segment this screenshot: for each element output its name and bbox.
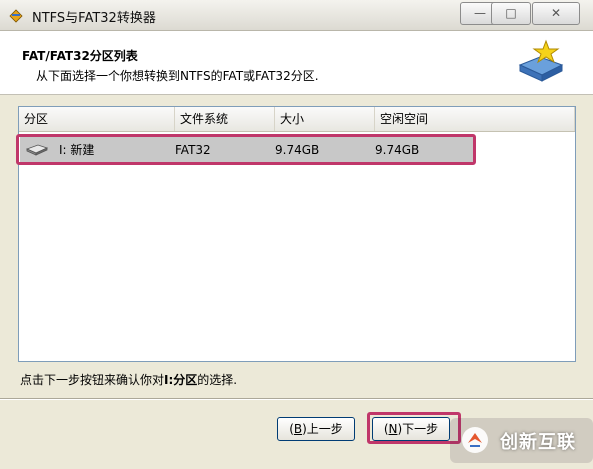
window-title: NTFS与FAT32转换器 (32, 11, 156, 26)
instruction-text: 点击下一步按钮来确认你对I:分区的选择. (20, 371, 237, 388)
back-label: 上一步 (306, 422, 343, 436)
wizard-header: FAT/FAT32分区列表 从下面选择一个你想转换到NTFS的FAT或FAT32… (0, 31, 593, 95)
title-bar[interactable]: NTFS与FAT32转换器 — □ ✕ (0, 0, 593, 31)
app-icon (9, 9, 23, 23)
page-subtitle: 从下面选择一个你想转换到NTFS的FAT或FAT32分区. (36, 69, 319, 83)
list-header: 分区 文件系统 大小 空闲空间 (19, 107, 575, 132)
page-title: FAT/FAT32分区列表 (22, 49, 138, 63)
column-partition[interactable]: 分区 (19, 107, 175, 131)
back-button[interactable]: (B)上一步 (277, 417, 355, 441)
close-button[interactable]: ✕ (532, 2, 580, 25)
row-highlight-annotation (16, 134, 476, 165)
converter-window: NTFS与FAT32转换器 — □ ✕ FAT/FAT32分区列表 从下面选择一… (0, 0, 593, 469)
column-filesystem[interactable]: 文件系统 (175, 107, 275, 131)
logo-icon (462, 427, 488, 453)
instruction-prefix: 点击下一步按钮来确认你对 (20, 373, 165, 387)
watermark: 创新互联 (450, 418, 593, 463)
maximize-button[interactable]: □ (491, 2, 531, 25)
instruction-suffix: 的选择. (197, 373, 238, 387)
instruction-partition: I:分区 (164, 373, 198, 387)
back-mnemonic: B (293, 422, 303, 436)
column-free-space[interactable]: 空闲空间 (375, 107, 575, 131)
column-size[interactable]: 大小 (275, 107, 375, 131)
drive-star-icon (518, 39, 564, 82)
divider (0, 398, 593, 400)
watermark-text: 创新互联 (500, 432, 576, 453)
next-highlight-annotation (367, 412, 461, 444)
